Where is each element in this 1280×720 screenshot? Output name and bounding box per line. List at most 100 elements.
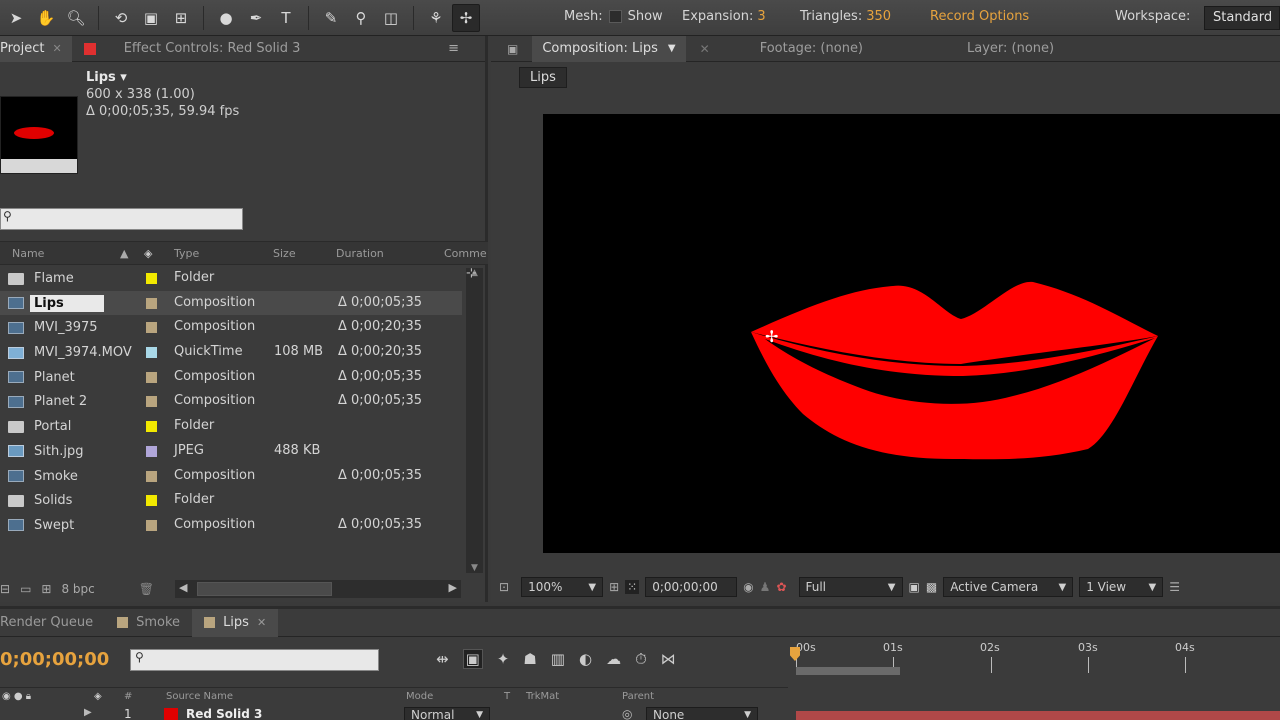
tab-layer[interactable]: Layer: (none) <box>957 36 1064 62</box>
frame-blending-icon[interactable]: ▥ <box>551 650 565 668</box>
pickwhip-icon[interactable]: ◎ <box>622 707 632 720</box>
layer-duration-bar[interactable] <box>796 711 1280 720</box>
auto-keyframe-icon[interactable]: ⏱ <box>635 650 647 668</box>
project-item-row[interactable]: Solids Folder <box>0 488 462 513</box>
comp-breadcrumb[interactable]: Lips <box>519 67 567 88</box>
live-update-icon[interactable]: ▣ <box>462 649 483 669</box>
label-color-swatch[interactable] <box>146 273 157 284</box>
new-folder-icon[interactable]: ▭ <box>20 582 31 596</box>
label-color-swatch[interactable] <box>146 396 157 408</box>
expand-triangle-icon[interactable]: ▶ <box>84 707 92 718</box>
lock-icon[interactable]: ▣ <box>507 42 518 56</box>
snapshot-icon[interactable]: ◉ <box>743 580 753 594</box>
close-icon[interactable]: ✕ <box>52 42 61 55</box>
close-icon[interactable]: ✕ <box>700 42 710 56</box>
selected-item-name[interactable]: Lips ▾ <box>86 69 239 86</box>
expansion-value[interactable]: 3 <box>757 9 765 24</box>
workspace-dropdown[interactable]: Standard <box>1204 6 1280 30</box>
tab-footage[interactable]: Footage: (none) <box>750 36 873 62</box>
camera-view-dropdown[interactable]: Active Camera ▼ <box>943 577 1074 597</box>
project-item-row[interactable]: Planet 2 Composition Δ 0;00;05;35 <box>0 389 462 414</box>
tab-smoke[interactable]: Smoke <box>105 609 192 637</box>
current-time-display[interactable]: 0;00;00;00 <box>645 577 738 597</box>
type-tool-icon[interactable]: T <box>272 4 300 32</box>
always-preview-icon[interactable]: ⊡ <box>499 580 509 594</box>
puppet-pin-tool-icon[interactable]: ✢ <box>452 3 480 32</box>
column-size[interactable]: Size <box>273 247 296 260</box>
time-ruler[interactable]: 00s 01s 02s 03s 04s <box>788 637 1280 687</box>
project-item-row[interactable]: Flame Folder <box>0 266 462 291</box>
transparency-grid-icon[interactable]: ▩ <box>926 580 937 594</box>
label-color-swatch[interactable] <box>146 421 157 433</box>
tab-composition[interactable]: Composition: Lips ▼ <box>532 35 686 62</box>
clone-stamp-tool-icon[interactable]: ⚲ <box>347 4 375 32</box>
eraser-tool-icon[interactable]: ◫ <box>377 4 405 32</box>
column-trkmat[interactable]: TrkMat <box>526 691 559 702</box>
tab-render-queue[interactable]: Render Queue <box>0 609 105 637</box>
panel-menu-icon[interactable]: ≡ <box>448 41 459 56</box>
hand-tool-icon[interactable]: ✋ <box>32 4 60 32</box>
playhead-icon[interactable] <box>790 647 800 661</box>
label-color-swatch[interactable] <box>146 371 157 383</box>
triangles-value[interactable]: 350 <box>866 9 891 24</box>
record-options-link[interactable]: Record Options <box>930 9 1029 24</box>
label-color-swatch[interactable] <box>146 495 157 507</box>
column-duration[interactable]: Duration <box>336 247 384 260</box>
composition-viewer[interactable]: ✢ <box>543 114 1280 553</box>
region-of-interest-icon[interactable]: ⁙ <box>625 580 640 594</box>
scroll-left-icon[interactable]: ◀ <box>179 581 187 594</box>
brainstorm-icon[interactable]: ☁ <box>606 650 621 668</box>
trash-icon[interactable]: 🗑︎ <box>139 582 154 596</box>
project-search-input[interactable]: ⚲ <box>0 208 243 230</box>
pen-tool-icon[interactable]: ✒ <box>242 4 270 32</box>
column-source-name[interactable]: Source Name <box>166 691 233 702</box>
timeline-timecode[interactable]: 0;00;00;00 <box>0 649 109 670</box>
label-color-swatch[interactable] <box>146 519 157 531</box>
label-color-swatch[interactable] <box>146 322 157 334</box>
graph-editor-icon[interactable]: ⋈ <box>661 650 676 668</box>
selection-tool-icon[interactable]: ➤ <box>2 4 30 32</box>
shy-layers-icon[interactable]: ☗ <box>523 650 536 668</box>
layer-row[interactable]: ▶ 1 Red Solid 3 Normal ▼ ◎ None ▼ <box>0 707 1280 720</box>
project-item-row[interactable]: MVI_3974.MOV QuickTime 108 MB Δ 0;00;20;35 <box>0 340 462 365</box>
layer-parent-dropdown[interactable]: None ▼ <box>646 707 758 720</box>
magnification-dropdown[interactable]: 100% ▼ <box>521 577 604 597</box>
label-color-swatch[interactable] <box>146 445 157 457</box>
label-color-swatch[interactable] <box>146 470 157 482</box>
resolution-dropdown[interactable]: Full ▼ <box>798 577 903 597</box>
fast-previews-icon[interactable]: ▣ <box>909 580 920 594</box>
flowchart-icon[interactable]: ⊹ <box>466 266 477 281</box>
project-item-row[interactable]: Planet Composition Δ 0;00;05;35 <box>0 365 462 390</box>
pan-behind-tool-icon[interactable]: ⊞ <box>167 4 195 32</box>
project-scrollbar[interactable]: ▲ ▼ <box>466 268 483 573</box>
work-area-bar[interactable] <box>796 667 900 675</box>
comp-mini-flowchart-icon[interactable]: ⇹ <box>436 650 449 668</box>
layer-mode-dropdown[interactable]: Normal ▼ <box>404 707 490 720</box>
show-mesh-checkbox[interactable] <box>608 10 622 23</box>
scroll-down-icon[interactable]: ▼ <box>466 563 483 573</box>
motion-blur-icon[interactable]: ◐ <box>579 650 592 668</box>
column-mode[interactable]: Mode <box>406 691 433 702</box>
safe-zones-icon[interactable]: ⊞ <box>609 580 619 594</box>
interpret-footage-icon[interactable]: ⊟ <box>0 582 10 596</box>
tab-lips[interactable]: Lips ✕ <box>192 608 279 637</box>
project-item-row[interactable]: Sith.jpg JPEG 488 KB <box>0 439 462 464</box>
scrollbar-thumb[interactable] <box>197 582 332 596</box>
toggle-pixel-aspect-icon[interactable]: ☰ <box>1169 580 1180 594</box>
label-column-icon[interactable]: ◈ <box>144 247 152 260</box>
timeline-search-input[interactable]: ⚲ <box>130 649 379 671</box>
draft-3d-icon[interactable]: ✦ <box>497 650 510 668</box>
bpc-button[interactable]: 8 bpc <box>61 582 94 596</box>
channel-icon[interactable]: ✿ <box>776 580 786 594</box>
label-color-swatch[interactable] <box>146 347 157 359</box>
show-snapshot-icon[interactable]: ♟ <box>760 580 771 594</box>
tab-project[interactable]: Project ✕ <box>0 35 72 62</box>
column-t[interactable]: T <box>504 691 510 702</box>
new-composition-icon[interactable]: ⊞ <box>41 582 51 596</box>
label-color-swatch[interactable] <box>146 297 157 309</box>
roto-brush-tool-icon[interactable]: ⚘ <box>422 4 450 32</box>
camera-tool-icon[interactable]: ▣ <box>137 4 165 32</box>
brush-tool-icon[interactable]: ✎ <box>317 4 345 32</box>
rotate-tool-icon[interactable]: ⟲ <box>107 4 135 32</box>
project-item-row[interactable]: Smoke Composition Δ 0;00;05;35 <box>0 464 462 489</box>
